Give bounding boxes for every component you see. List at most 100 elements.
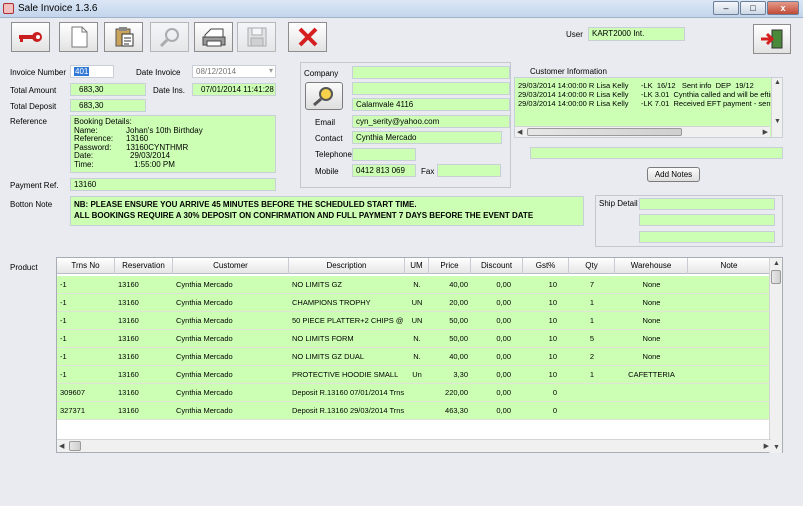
- city-postcode-field[interactable]: Calamvale 4116: [352, 98, 510, 111]
- cell-customer[interactable]: Cynthia Mercado: [173, 366, 289, 384]
- cell-qty[interactable]: 2: [569, 348, 615, 366]
- cell-warehouse[interactable]: None: [615, 348, 688, 366]
- save-button[interactable]: [237, 22, 276, 52]
- mobile-input[interactable]: 0412 813 069: [352, 164, 416, 177]
- cell-warehouse[interactable]: [615, 402, 688, 420]
- cell-trns-no[interactable]: -1: [57, 348, 115, 366]
- cell-price[interactable]: 50,00: [429, 330, 471, 348]
- grid-hscroll[interactable]: ◀ ▶: [57, 439, 771, 452]
- cell-trns-no[interactable]: -1: [57, 276, 115, 294]
- cell-gst[interactable]: 10: [523, 276, 569, 294]
- cell-price[interactable]: 50,00: [429, 312, 471, 330]
- cell-warehouse[interactable]: None: [615, 276, 688, 294]
- cell-um[interactable]: Un: [405, 366, 429, 384]
- cell-reservation[interactable]: 13160: [115, 402, 173, 420]
- cell-um[interactable]: [405, 402, 429, 420]
- exit-button[interactable]: [753, 24, 791, 54]
- table-row[interactable]: -1 13160 Cynthia Mercado NO LIMITS GZ DUAL N…: [57, 348, 771, 366]
- col-customer[interactable]: Customer: [173, 258, 289, 274]
- table-row[interactable]: -1 13160 Cynthia Mercado PROTECTIVE HOODIE …: [57, 366, 771, 384]
- contact-input[interactable]: Cynthia Mercado: [352, 131, 502, 144]
- cell-customer[interactable]: Cynthia Mercado: [173, 330, 289, 348]
- cell-discount[interactable]: 0,00: [471, 312, 523, 330]
- print-button[interactable]: [194, 22, 233, 52]
- cell-qty[interactable]: 1: [569, 366, 615, 384]
- cell-qty[interactable]: [569, 384, 615, 402]
- cell-customer[interactable]: Cynthia Mercado: [173, 276, 289, 294]
- calendar-dropdown-icon[interactable]: ▾: [269, 66, 273, 75]
- table-row[interactable]: 309607 13160 Cynthia Mercado Deposit R.1316…: [57, 384, 771, 402]
- cell-qty[interactable]: 1: [569, 294, 615, 312]
- cell-price[interactable]: 463,30: [429, 402, 471, 420]
- grid-scroll-down-icon[interactable]: ▼: [773, 444, 780, 451]
- cell-note[interactable]: [688, 402, 771, 420]
- col-qty[interactable]: Qty: [569, 258, 615, 274]
- cell-discount[interactable]: 0,00: [471, 276, 523, 294]
- cancel-button[interactable]: [288, 22, 327, 52]
- fax-input[interactable]: [437, 164, 501, 177]
- cell-description[interactable]: NO LIMITS GZ: [289, 276, 405, 294]
- cell-discount[interactable]: 0,00: [471, 348, 523, 366]
- customer-search-button[interactable]: [305, 82, 343, 110]
- ship-detail-line-3[interactable]: [639, 231, 775, 243]
- cell-price[interactable]: 3,30: [429, 366, 471, 384]
- table-row[interactable]: -1 13160 Cynthia Mercado CHAMPIONS TROPHY UN…: [57, 294, 771, 312]
- invoice-number-input[interactable]: 401: [70, 65, 114, 78]
- table-row[interactable]: -1 13160 Cynthia Mercado NO LIMITS GZ N. 40,0…: [57, 276, 771, 294]
- cell-warehouse[interactable]: None: [615, 294, 688, 312]
- customer-info-notes[interactable]: 29/03/2014 14:00:00 R Lisa Kelly -LK 16/…: [514, 77, 783, 138]
- key-button[interactable]: [11, 22, 50, 52]
- cell-customer[interactable]: Cynthia Mercado: [173, 402, 289, 420]
- cell-note[interactable]: [688, 348, 771, 366]
- ship-detail-line-2[interactable]: [639, 214, 775, 226]
- reference-textarea[interactable]: Booking Details: Name: Johan's 10th Birth…: [70, 115, 276, 173]
- cell-price[interactable]: 20,00: [429, 294, 471, 312]
- col-discount[interactable]: Discount: [471, 258, 523, 274]
- customer-info-hscroll[interactable]: ◀ ▶: [515, 126, 770, 137]
- cell-um[interactable]: N.: [405, 276, 429, 294]
- grid-scroll-right-icon[interactable]: ▶: [764, 442, 769, 450]
- cell-warehouse[interactable]: None: [615, 330, 688, 348]
- cell-um[interactable]: N.: [405, 330, 429, 348]
- ship-detail-line-1[interactable]: [639, 198, 775, 210]
- cell-note[interactable]: [688, 276, 771, 294]
- cell-trns-no[interactable]: -1: [57, 330, 115, 348]
- grid-vscroll-thumb[interactable]: [771, 270, 781, 284]
- customer-info-hscroll-thumb[interactable]: [527, 128, 682, 136]
- cell-discount[interactable]: 0,00: [471, 384, 523, 402]
- cell-price[interactable]: 40,00: [429, 348, 471, 366]
- cell-discount[interactable]: 0,00: [471, 366, 523, 384]
- grid-vscroll[interactable]: ▲ ▼: [769, 258, 782, 453]
- cell-warehouse[interactable]: CAFETTERIA: [615, 366, 688, 384]
- cell-um[interactable]: UN: [405, 312, 429, 330]
- cell-trns-no[interactable]: 309607: [57, 384, 115, 402]
- cell-reservation[interactable]: 13160: [115, 366, 173, 384]
- cell-trns-no[interactable]: 327371: [57, 402, 115, 420]
- add-notes-button[interactable]: Add Notes: [647, 167, 700, 182]
- col-reservation[interactable]: Reservation: [115, 258, 173, 274]
- table-row[interactable]: 327371 13160 Cynthia Mercado Deposit R.1316…: [57, 402, 771, 420]
- cell-gst[interactable]: 10: [523, 366, 569, 384]
- col-warehouse[interactable]: Warehouse: [615, 258, 688, 274]
- col-note[interactable]: Note: [688, 258, 771, 274]
- cell-gst[interactable]: 10: [523, 330, 569, 348]
- col-gst[interactable]: Gst%: [523, 258, 569, 274]
- cell-discount[interactable]: 0,00: [471, 402, 523, 420]
- cell-warehouse[interactable]: [615, 384, 688, 402]
- cell-warehouse[interactable]: None: [615, 312, 688, 330]
- cell-note[interactable]: [688, 294, 771, 312]
- payment-ref-input[interactable]: 13160: [70, 178, 276, 191]
- cell-note[interactable]: [688, 330, 771, 348]
- cell-reservation[interactable]: 13160: [115, 294, 173, 312]
- date-invoice-picker[interactable]: 08/12/2014 ▾: [192, 65, 276, 78]
- table-row[interactable]: -1 13160 Cynthia Mercado 50 PIECE PLATTER+2…: [57, 312, 771, 330]
- col-price[interactable]: Price: [429, 258, 471, 274]
- cell-customer[interactable]: Cynthia Mercado: [173, 384, 289, 402]
- cell-description[interactable]: Deposit R.13160 29/03/2014 Trns Nc: [289, 402, 405, 420]
- cell-gst[interactable]: 0: [523, 402, 569, 420]
- cell-qty[interactable]: [569, 402, 615, 420]
- maximize-button[interactable]: □: [740, 1, 766, 15]
- scroll-right-icon[interactable]: ▶: [763, 128, 768, 136]
- col-um[interactable]: UM: [405, 258, 429, 274]
- cell-gst[interactable]: 10: [523, 312, 569, 330]
